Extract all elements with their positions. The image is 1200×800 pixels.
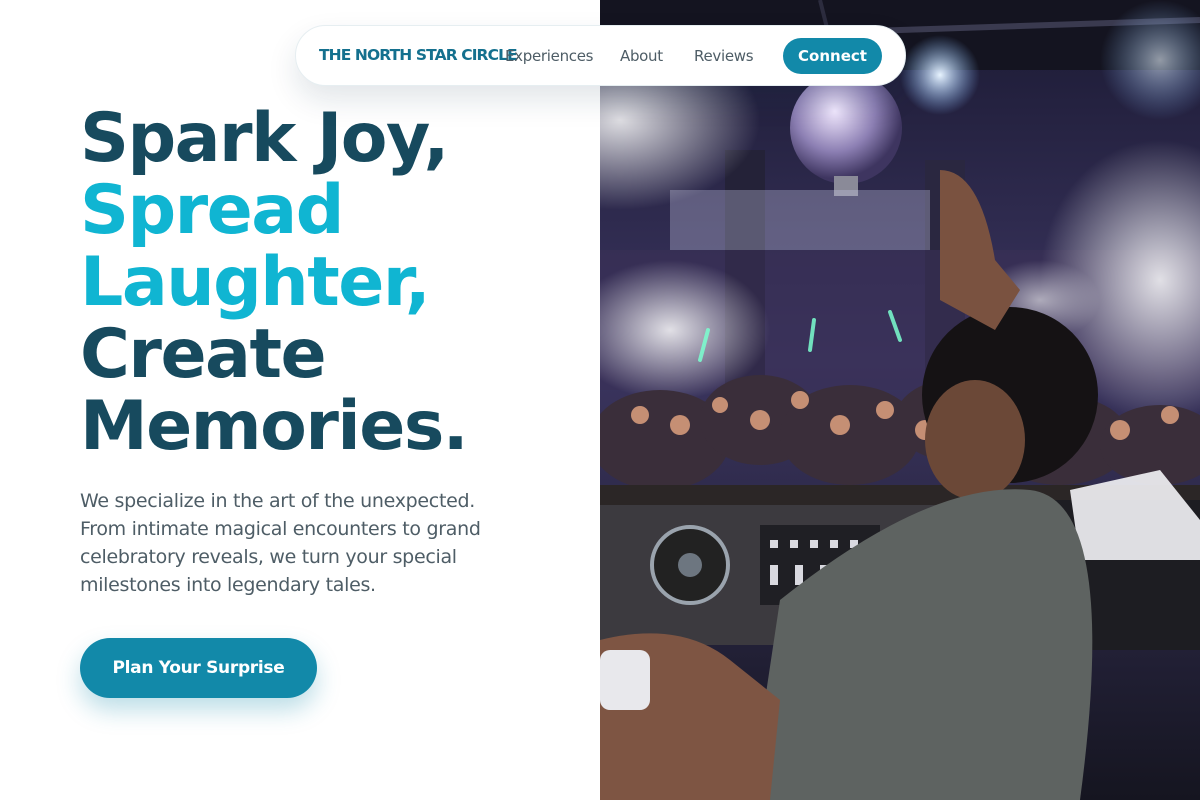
headline-line-3: Laughter, [80,243,431,322]
hero-headline: Spark Joy, Spread Laughter, Create Memor… [80,99,469,466]
hero-photo [600,0,1200,800]
connect-button[interactable]: Connect [783,38,882,74]
headline-line-1: Spark Joy, [80,99,449,178]
nav-link-reviews[interactable]: Reviews [694,47,754,65]
headline-line-4: Create [80,315,327,394]
nav-link-experiences[interactable]: Experiences [505,47,593,65]
headline-line-5: Memories. [80,387,469,466]
nav-link-about[interactable]: About [620,47,663,65]
hero-section: Spark Joy, Spread Laughter, Create Memor… [0,0,600,800]
nightclub-dj-image [600,0,1200,800]
top-navbar: THE NORTH STAR CIRCLE Experiences About … [295,25,906,86]
headline-line-2: Spread [80,171,344,250]
hero-description: We specialize in the art of the unexpect… [80,490,481,596]
brand-logo-text[interactable]: THE NORTH STAR CIRCLE [319,46,518,64]
plan-surprise-button[interactable]: Plan Your Surprise [80,638,317,698]
